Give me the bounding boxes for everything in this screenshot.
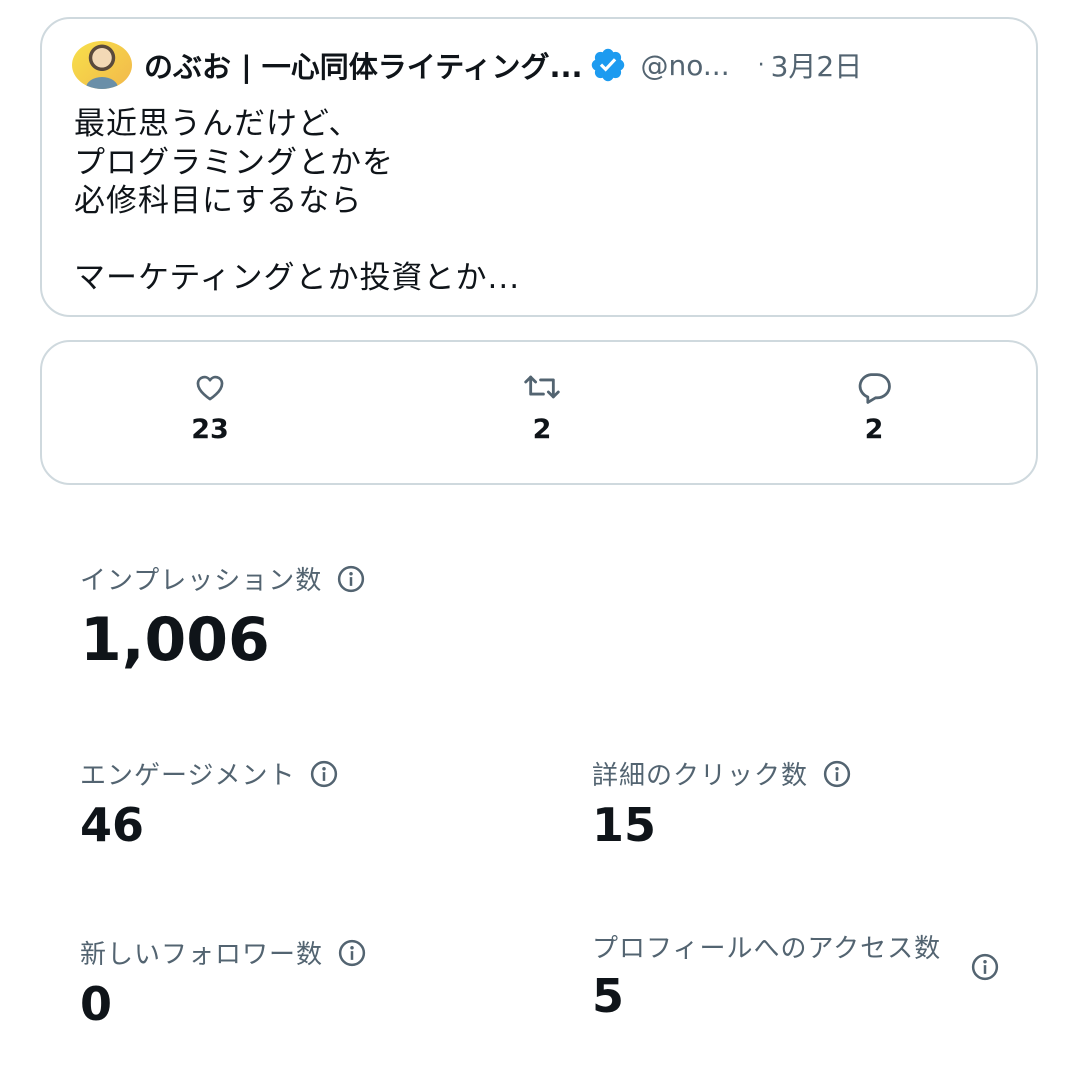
tweet-date[interactable]: 3月2日 [771,45,863,85]
tweet-header: のぶお | 一心同体ライティング... @no... · 3月2日 [72,41,1006,89]
impressions-metric: インプレッション数 1,006 [80,560,366,675]
verified-badge-icon [591,48,624,82]
profile-visits-metric: プロフィールへのアクセス数 5 [592,934,1012,1023]
avatar[interactable] [72,41,132,89]
info-icon[interactable] [822,759,852,789]
engagement-actions-card: 23 2 2 [40,340,1038,485]
detail-clicks-label: 詳細のクリック数 [592,761,809,791]
tweet-text: 最近思うんだけど、 プログラミングとかを 必修科目にするなら マーケティングとか… [74,105,1004,298]
like-stat[interactable]: 23 [150,370,270,445]
tweet-line: 必修科目にするなら [74,183,363,219]
heart-icon [196,375,224,401]
like-count: 23 [191,414,229,445]
retweet-stat[interactable]: 2 [482,370,602,445]
tweet-line: プログラミングとかを [74,144,394,181]
impressions-label: インプレッション数 [80,566,323,596]
tweet-line: マーケティングとか投資とか... [74,260,521,296]
author-handle[interactable]: @no... [641,49,730,82]
info-icon[interactable] [309,759,339,789]
info-icon[interactable] [337,938,367,968]
author-name[interactable]: のぶお | 一心同体ライティング... [144,44,583,86]
new-followers-label: 新しいフォロワー数 [80,940,324,970]
reply-stat[interactable]: 2 [814,370,934,445]
engagement-metric: エンゲージメント 46 [80,755,339,852]
profile-visits-value: 5 [592,969,625,1023]
impressions-value: 1,006 [80,605,270,675]
reply-icon [858,373,891,404]
reply-count: 2 [864,414,884,445]
tweet-line: 最近思うんだけど、 [74,106,361,142]
retweet-icon [524,375,560,399]
date-separator: · [757,52,765,78]
detail-clicks-value: 15 [592,798,657,852]
profile-visits-label: プロフィールへのアクセス数 [592,934,942,964]
detail-clicks-metric: 詳細のクリック数 15 [592,755,852,852]
new-followers-metric: 新しいフォロワー数 0 [80,934,367,1031]
tweet-line [74,221,1004,260]
retweet-count: 2 [532,414,552,445]
info-icon[interactable] [336,564,366,594]
engagement-value: 46 [80,798,145,852]
engagement-label: エンゲージメント [80,761,296,791]
tweet-card[interactable]: のぶお | 一心同体ライティング... @no... · 3月2日 最近思うんだ… [40,17,1038,317]
new-followers-value: 0 [80,977,113,1031]
info-icon[interactable] [970,952,1000,982]
